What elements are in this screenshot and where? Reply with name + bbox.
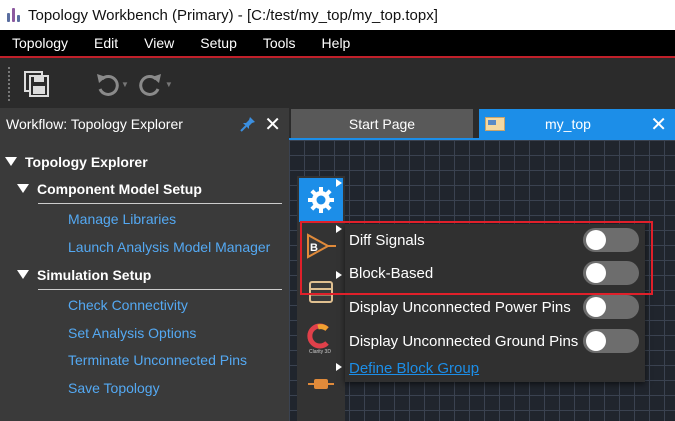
- toggle-unconnected-power-pins[interactable]: [583, 295, 639, 319]
- toolbar: ▼ ▼: [0, 60, 675, 108]
- tree-root-label: Topology Explorer: [25, 153, 148, 170]
- toggle-unconnected-ground-pins[interactable]: [583, 329, 639, 353]
- workflow-tree: Topology Explorer Component Model Setup …: [0, 140, 289, 402]
- pin-icon[interactable]: [239, 115, 257, 133]
- workflow-panel-header: Workflow: Topology Explorer ✕: [0, 108, 289, 140]
- undo-dropdown-icon[interactable]: ▼: [121, 80, 129, 89]
- menu-setup[interactable]: Setup: [187, 30, 250, 56]
- clarity-label: Clarity 3D: [309, 349, 331, 355]
- tab-label: my_top: [545, 115, 591, 132]
- redo-button[interactable]: [135, 68, 167, 100]
- workflow-panel: Workflow: Topology Explorer ✕ Topology E…: [0, 108, 289, 421]
- toggle-knob: [586, 331, 606, 351]
- flyout-arrow-icon: [336, 179, 342, 187]
- menu-help[interactable]: Help: [309, 30, 364, 56]
- redo-dropdown-icon[interactable]: ▼: [165, 80, 173, 89]
- undo-button[interactable]: [91, 68, 123, 100]
- tree-section-component-model[interactable]: Component Model Setup: [0, 175, 289, 202]
- gear-icon: [308, 187, 334, 213]
- clarity-button[interactable]: Clarity 3D: [299, 316, 343, 360]
- tree-section-label: Component Model Setup: [37, 180, 202, 197]
- document-tabs: Start Page my_top ✕: [289, 108, 675, 140]
- window-title: Topology Workbench (Primary) - [C:/test/…: [28, 6, 438, 24]
- link-set-analysis-options[interactable]: Set Analysis Options: [0, 320, 289, 348]
- link-terminate-unconnected-pins[interactable]: Terminate Unconnected Pins: [0, 347, 289, 375]
- expand-triangle-icon[interactable]: [17, 270, 29, 279]
- tab-start-page[interactable]: Start Page: [291, 109, 473, 138]
- clarity-3d-icon: Clarity 3D: [307, 323, 331, 355]
- menu-view[interactable]: View: [131, 30, 187, 56]
- define-block-group-link[interactable]: Define Block Group: [349, 360, 479, 377]
- undo-icon: [97, 74, 119, 96]
- link-manage-libraries[interactable]: Manage Libraries: [0, 206, 289, 234]
- tab-label: Start Page: [348, 115, 416, 132]
- menu-tools[interactable]: Tools: [250, 30, 309, 56]
- menu-bar: Topology Edit View Setup Tools Help: [0, 30, 675, 58]
- option-label: Display Unconnected Ground Pins: [349, 332, 579, 350]
- settings-button[interactable]: [299, 178, 343, 222]
- title-bar: Topology Workbench (Primary) - [C:/test/…: [0, 0, 675, 30]
- close-tab-icon[interactable]: ✕: [650, 112, 667, 137]
- menu-edit[interactable]: Edit: [81, 30, 131, 56]
- expand-triangle-icon[interactable]: [5, 157, 17, 166]
- save-all-icon: [24, 71, 49, 97]
- tab-my-top[interactable]: my_top ✕: [479, 109, 675, 138]
- expand-triangle-icon[interactable]: [17, 184, 29, 193]
- menu-topology[interactable]: Topology: [0, 30, 81, 56]
- link-save-topology[interactable]: Save Topology: [0, 375, 289, 403]
- canvas-tool-strip: B Clarity 3D: [297, 176, 345, 421]
- resistor-button[interactable]: [299, 362, 343, 406]
- option-label: Display Unconnected Power Pins: [349, 298, 571, 316]
- tree-root[interactable]: Topology Explorer: [0, 148, 289, 175]
- divider: [38, 289, 282, 290]
- toggle-knob: [586, 297, 606, 317]
- divider: [38, 203, 282, 204]
- app-logo-icon: [6, 7, 22, 23]
- save-all-button[interactable]: [21, 68, 53, 100]
- tree-section-simulation-setup[interactable]: Simulation Setup: [0, 261, 289, 288]
- link-launch-analysis-model-manager[interactable]: Launch Analysis Model Manager: [0, 234, 289, 262]
- redo-icon: [139, 74, 161, 96]
- link-check-connectivity[interactable]: Check Connectivity: [0, 292, 289, 320]
- resistor-icon: [308, 379, 334, 389]
- topology-document-icon: [485, 116, 505, 131]
- toolbar-grip[interactable]: [8, 67, 11, 101]
- highlight-annotation-box: [300, 221, 653, 295]
- tree-section-label: Simulation Setup: [37, 266, 152, 283]
- workflow-panel-title: Workflow: Topology Explorer: [6, 116, 183, 132]
- close-panel-icon[interactable]: ✕: [264, 112, 281, 137]
- flyout-arrow-icon: [336, 363, 342, 371]
